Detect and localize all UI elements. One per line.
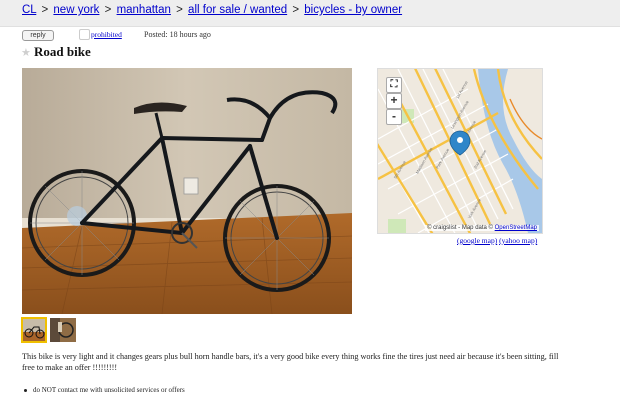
thumbnail-image xyxy=(50,318,76,342)
zoom-out-button[interactable]: - xyxy=(386,109,402,125)
map-tiles: 5th Avenue Madison Avenue Park Avenue Le… xyxy=(378,69,542,233)
zoom-in-button[interactable]: + xyxy=(386,93,402,109)
photo-thumbnail[interactable] xyxy=(50,318,76,342)
main-photo[interactable] xyxy=(22,68,352,314)
breadcrumb-bar: CL > new york > manhattan > all for sale… xyxy=(0,0,620,27)
bicycle-photo xyxy=(22,68,352,314)
breadcrumb-manhattan[interactable]: manhattan xyxy=(117,4,171,16)
thumbnail-image xyxy=(23,319,45,341)
map-attribution: © craigslist - Map data © OpenStreetMap xyxy=(425,225,539,231)
notice-item: do NOT contact me with unsolicited servi… xyxy=(33,386,185,394)
breadcrumb: CL > new york > manhattan > all for sale… xyxy=(22,4,402,16)
breadcrumb-bicycles-by-owner[interactable]: bicycles - by owner xyxy=(304,4,402,16)
reply-button[interactable]: reply xyxy=(22,30,54,41)
flag-prohibited-checkbox[interactable] xyxy=(79,29,90,40)
posted-time: 18 hours ago xyxy=(169,30,211,39)
location-map[interactable]: 5th Avenue Madison Avenue Park Avenue Le… xyxy=(377,68,543,234)
breadcrumb-separator: > xyxy=(176,4,183,16)
bullet-icon xyxy=(24,388,27,392)
yahoo-map-link[interactable]: (yahoo map) xyxy=(499,236,537,245)
breadcrumb-new-york[interactable]: new york xyxy=(53,4,99,16)
breadcrumb-cl[interactable]: CL xyxy=(22,4,36,16)
notice-list: do NOT contact me with unsolicited servi… xyxy=(24,386,185,394)
prohibited-link[interactable]: prohibited xyxy=(91,30,122,39)
favorite-star-icon[interactable]: ★ xyxy=(21,46,31,59)
posted-info: Posted: 18 hours ago xyxy=(144,30,211,39)
photo-thumbnail-selected[interactable] xyxy=(21,317,47,343)
posted-label: Posted: xyxy=(144,30,168,39)
google-map-link[interactable]: (google map) xyxy=(457,236,497,245)
posting-body: This bike is very light and it changes g… xyxy=(22,352,559,372)
map-links: (google map) (yahoo map) xyxy=(457,236,537,245)
breadcrumb-separator: > xyxy=(104,4,112,16)
openstreetmap-link[interactable]: OpenStreetMap xyxy=(495,225,537,231)
fullscreen-icon[interactable]: ⛶ xyxy=(386,77,402,93)
posting-title: Road bike xyxy=(34,44,91,59)
breadcrumb-all-for-sale[interactable]: all for sale / wanted xyxy=(188,4,287,16)
breadcrumb-separator: > xyxy=(41,4,49,16)
breadcrumb-separator: > xyxy=(292,4,300,16)
attribution-text: © craigslist - Map data © xyxy=(427,225,493,231)
